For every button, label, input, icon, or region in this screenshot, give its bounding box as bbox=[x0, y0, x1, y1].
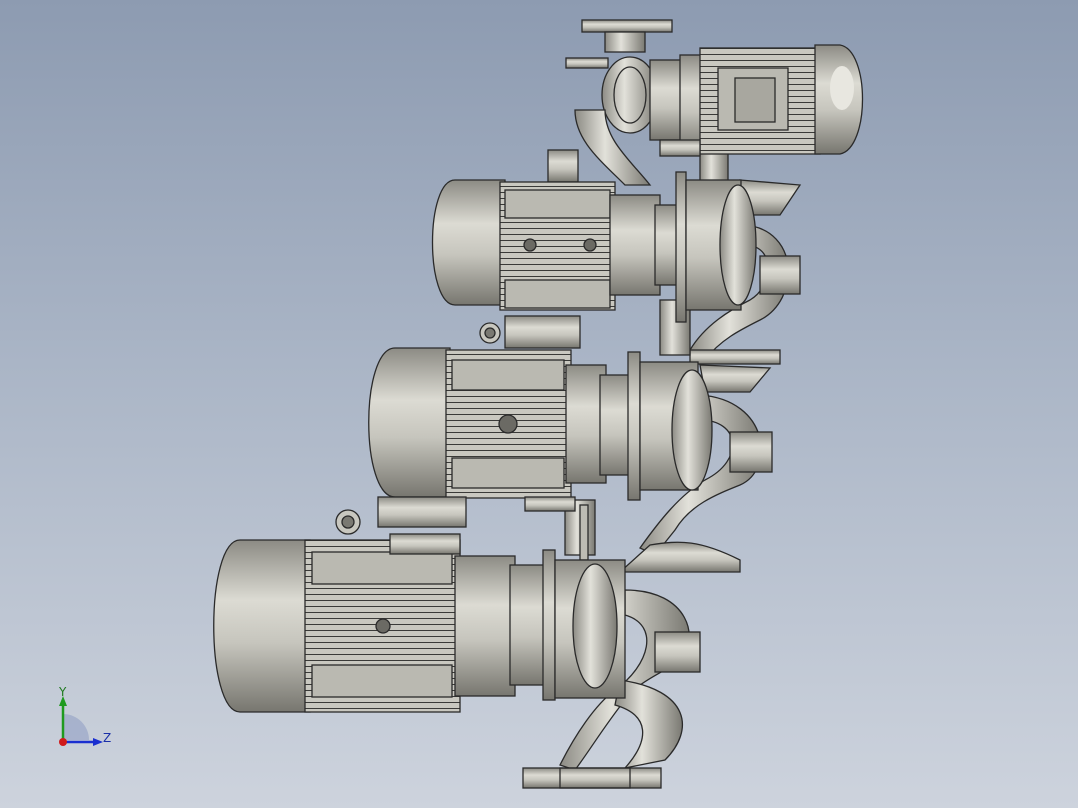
pump-assembly-model[interactable] bbox=[0, 0, 1078, 808]
3d-model-viewport[interactable]: Y Z bbox=[0, 0, 1078, 808]
motor-2 bbox=[431, 171, 757, 349]
motor-1 bbox=[649, 44, 864, 157]
orientation-triad: Y Z bbox=[48, 684, 118, 754]
motor-3 bbox=[368, 347, 713, 528]
axis-z-label: Z bbox=[103, 731, 112, 745]
motor-4 bbox=[213, 509, 626, 713]
axis-y-label: Y bbox=[59, 685, 67, 699]
